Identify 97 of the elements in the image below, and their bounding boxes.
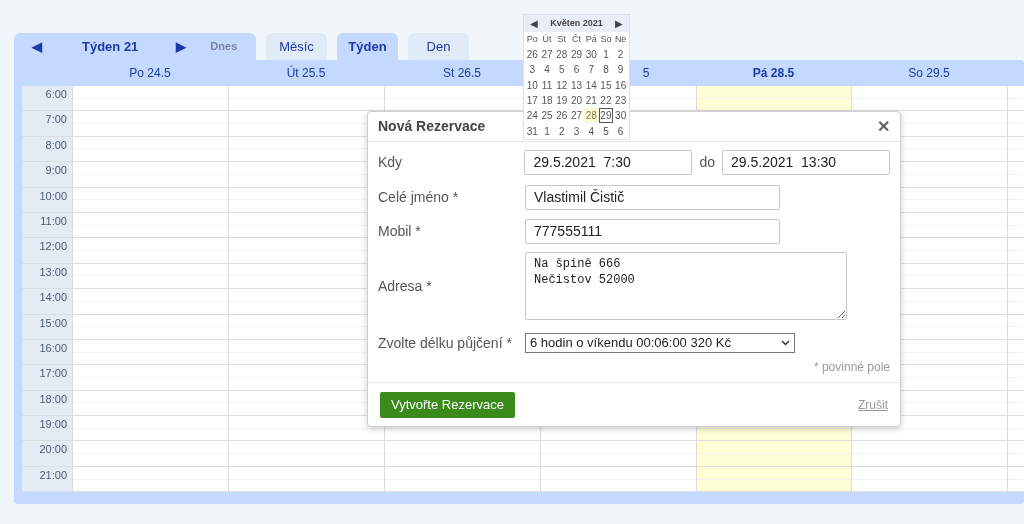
calendar-day[interactable]: 29: [569, 47, 584, 63]
field-label: Kdy: [378, 152, 404, 172]
calendar-day[interactable]: 6: [569, 62, 584, 78]
next-month-button[interactable]: ▶: [615, 16, 623, 31]
hour-label: 18:00: [39, 391, 67, 407]
field-label: Mobil *: [378, 221, 422, 241]
calendar-day[interactable]: 28: [583, 108, 599, 124]
calendar-day[interactable]: 11: [539, 77, 555, 93]
hour-label: 17:00: [39, 366, 67, 382]
previous-month-button[interactable]: ◀: [530, 16, 538, 31]
calendar-day[interactable]: 21: [583, 92, 599, 109]
dialog-title: Nová Rezervace: [378, 117, 486, 136]
day-header: 5: [642, 65, 650, 82]
duration-select[interactable]: 6 hodin o víkendu 00:06:00 320 Kč: [525, 333, 795, 353]
month-title: Květen 2021: [550, 16, 603, 30]
calendar-day[interactable]: 15: [598, 77, 614, 93]
hour-label: 9:00: [45, 163, 67, 179]
calendar-day[interactable]: 9: [613, 62, 628, 78]
date-to-field[interactable]: 29.5.2021 13:30: [722, 149, 890, 175]
calendar-day[interactable]: 30: [613, 108, 628, 124]
day-header: Po 24.5: [129, 65, 171, 82]
calendar-day[interactable]: 1: [598, 47, 614, 63]
weekday-label: Po: [525, 32, 539, 46]
hour-label: 21:00: [39, 467, 67, 483]
calendar-day[interactable]: 16: [613, 77, 628, 93]
hour-label: 6:00: [45, 87, 67, 102]
hour-label: 8:00: [45, 137, 67, 153]
hour-label: 15:00: [39, 315, 67, 331]
calendar-day[interactable]: 18: [539, 92, 555, 109]
field-label: Zvolte délku půjčení *: [378, 333, 513, 353]
calendar-day[interactable]: 6: [613, 123, 628, 139]
next-week-button[interactable]: ▶: [176, 36, 187, 57]
create-reservation-button[interactable]: Vytvořte Rezervace: [380, 391, 515, 418]
weekday-label: Pá: [584, 32, 598, 46]
hour-label: 16:00: [39, 340, 67, 356]
calendar-day[interactable]: 17: [525, 92, 540, 109]
day-header: Pá 28.5: [752, 65, 795, 82]
calendar-day[interactable]: 31: [525, 123, 540, 139]
calendar-day[interactable]: 10: [525, 77, 540, 93]
day-header: Út 25.5: [286, 64, 326, 82]
calendar-day[interactable]: 5: [554, 62, 570, 78]
weekday-label: Út: [541, 32, 553, 46]
calendar-day[interactable]: 28: [554, 47, 570, 63]
required-note: * povinné pole: [813, 359, 890, 376]
calendar-day[interactable]: 23: [613, 92, 628, 109]
field-label: Adresa *: [378, 276, 433, 296]
calendar-day[interactable]: 24: [525, 108, 540, 124]
calendar-day[interactable]: 22: [598, 92, 614, 109]
mobile-field[interactable]: 777555111: [525, 218, 780, 244]
calendar-day[interactable]: 8: [598, 62, 614, 78]
hour-label: 11:00: [40, 213, 67, 229]
calendar-day[interactable]: 20: [569, 92, 584, 109]
calendar-day[interactable]: 27: [569, 108, 584, 124]
weekday-label: Ne: [613, 32, 628, 46]
hour-label: 7:00: [45, 112, 67, 128]
view-tab[interactable]: Měsíc: [266, 33, 327, 60]
calendar-day[interactable]: 26: [554, 108, 570, 124]
calendar-day[interactable]: 2: [613, 47, 628, 63]
calendar-day[interactable]: 3: [569, 123, 584, 139]
day-header: St 26.5: [443, 65, 481, 82]
hour-label: 12:00: [39, 239, 67, 255]
hour-label: 13:00: [39, 264, 67, 280]
view-tab[interactable]: Den: [408, 33, 469, 60]
calendar-day[interactable]: 4: [583, 123, 599, 139]
calendar-day[interactable]: 29: [598, 108, 614, 124]
calendar-day[interactable]: 4: [539, 62, 555, 78]
hour-label: 10:00: [39, 188, 67, 204]
weekday-label: So: [599, 32, 613, 46]
calendar-day[interactable]: 2: [554, 123, 570, 139]
calendar-day[interactable]: 1: [539, 123, 555, 139]
calendar-day[interactable]: 3: [525, 62, 540, 78]
calendar-day[interactable]: 27: [539, 47, 555, 63]
calendar-day[interactable]: 13: [569, 77, 584, 93]
chevron-down-icon: [781, 340, 790, 346]
calendar-day[interactable]: 26: [525, 47, 540, 63]
view-tab[interactable]: Týden: [337, 33, 398, 60]
field-label: Celé jméno *: [378, 187, 460, 207]
close-button[interactable]: ✕: [877, 114, 890, 139]
separator-label: do: [699, 152, 715, 172]
name-field[interactable]: Vlastimil Čistič: [525, 184, 780, 210]
weekday-label: St: [556, 32, 568, 46]
calendar-day[interactable]: 12: [554, 77, 570, 93]
hour-label: 14:00: [39, 290, 67, 306]
calendar-day[interactable]: 5: [598, 123, 614, 139]
calendar-day[interactable]: 30: [583, 47, 599, 63]
calendar-day[interactable]: 14: [583, 77, 599, 93]
address-field[interactable]: Na špině 666 Nečistov 52000: [525, 252, 847, 320]
date-from-field[interactable]: 29.5.2021 7:30: [524, 149, 693, 175]
hour-label: 19:00: [39, 417, 67, 433]
weekday-label: Čt: [571, 32, 582, 46]
week-label: Týden 21: [82, 37, 139, 56]
calendar-day[interactable]: 25: [539, 108, 555, 124]
hour-label: 20:00: [39, 442, 67, 458]
previous-week-button[interactable]: ◀: [32, 36, 42, 57]
day-header: So 29.5: [908, 65, 950, 82]
calendar-day[interactable]: 7: [583, 62, 599, 78]
calendar-day[interactable]: 19: [554, 92, 570, 109]
